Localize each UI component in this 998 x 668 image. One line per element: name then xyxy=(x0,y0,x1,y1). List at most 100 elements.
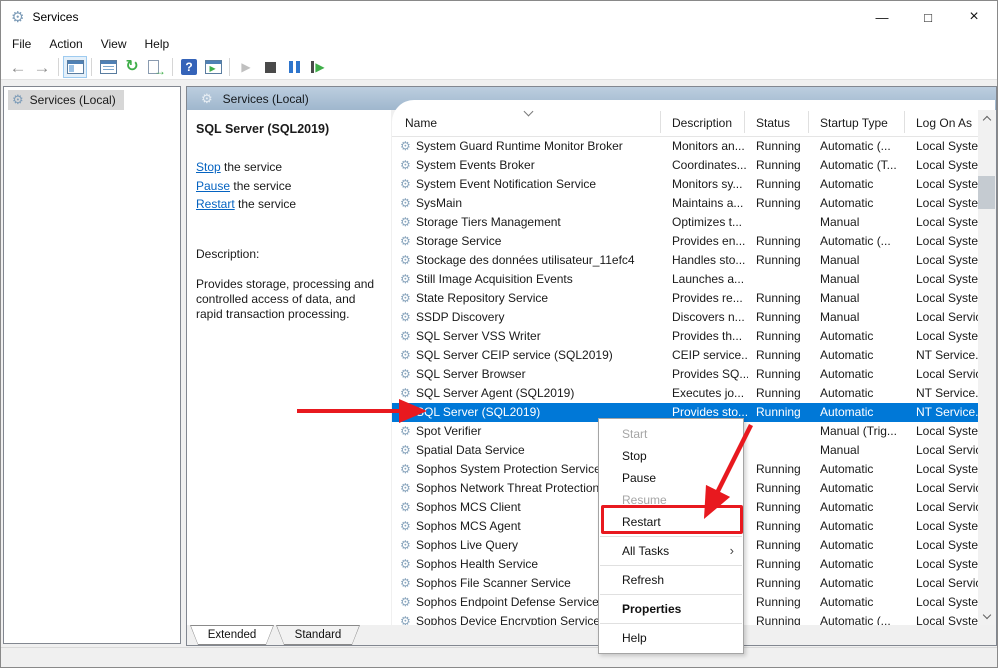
close-button[interactable]: × xyxy=(951,1,997,33)
menu-help[interactable]: Help xyxy=(136,35,179,53)
tree-item-services-local[interactable]: ⚙ Services (Local) xyxy=(8,90,124,110)
service-gear-icon: ⚙ xyxy=(400,441,411,460)
cell-logon: Local Syste... xyxy=(916,460,978,479)
scroll-up-icon[interactable] xyxy=(978,110,995,127)
tab-standard[interactable]: Standard xyxy=(276,625,360,645)
column-divider[interactable] xyxy=(904,111,905,133)
column-header-startup-type[interactable]: Startup Type xyxy=(820,116,888,130)
properties-button-glyph xyxy=(101,61,116,64)
tab-extended[interactable]: Extended xyxy=(190,625,274,645)
cell-status: Running xyxy=(756,517,812,536)
cell-status: Running xyxy=(756,479,812,498)
table-row[interactable]: ⚙SQL Server CEIP service (SQL2019)CEIP s… xyxy=(392,346,978,365)
context-menu-item-stop[interactable]: Stop xyxy=(599,445,743,467)
column-header-status[interactable]: Status xyxy=(756,116,790,130)
column-header-description[interactable]: Description xyxy=(672,116,732,130)
maximize-button[interactable]: □ xyxy=(905,1,951,33)
cell-status: Running xyxy=(756,460,812,479)
console-tree-panel: ⚙ Services (Local) xyxy=(3,86,181,644)
context-menu-item-restart[interactable]: Restart xyxy=(599,511,743,533)
table-row[interactable]: ⚙SQL Server VSS WriterProvides th...Runn… xyxy=(392,327,978,346)
table-row[interactable]: ⚙System Guard Runtime Monitor BrokerMoni… xyxy=(392,137,978,156)
toolbar-separator xyxy=(58,58,59,76)
stop-service-link[interactable]: Stop xyxy=(196,160,221,174)
stop-service-button[interactable] xyxy=(258,56,282,78)
help-button[interactable]: ? xyxy=(177,56,201,78)
table-row[interactable]: ⚙SSDP DiscoveryDiscovers n...RunningManu… xyxy=(392,308,978,327)
menu-action[interactable]: Action xyxy=(40,35,91,53)
cell-startup: Automatic (... xyxy=(820,232,910,251)
vertical-scrollbar[interactable] xyxy=(978,110,995,625)
context-menu-item-help[interactable]: Help xyxy=(599,627,743,649)
table-row[interactable]: ⚙Storage ServiceProvides en...RunningAut… xyxy=(392,232,978,251)
column-divider[interactable] xyxy=(744,111,745,133)
table-row[interactable]: ⚙SQL Server Agent (SQL2019)Executes jo..… xyxy=(392,384,978,403)
cell-startup: Automatic xyxy=(820,498,910,517)
cell-startup: Automatic (T... xyxy=(820,156,910,175)
service-gear-icon: ⚙ xyxy=(400,270,411,289)
restart-service-link[interactable]: Restart xyxy=(196,197,235,211)
cell-status: Running xyxy=(756,232,812,251)
cell-status: Running xyxy=(756,498,812,517)
export-list-button[interactable]: → xyxy=(144,56,168,78)
show-console-tree-button[interactable] xyxy=(63,56,87,78)
cell-startup: Automatic xyxy=(820,593,910,612)
table-row[interactable]: ⚙System Event Notification ServiceMonito… xyxy=(392,175,978,194)
cell-name: Still Image Acquisition Events xyxy=(416,270,656,289)
cell-status: Running xyxy=(756,308,812,327)
service-gear-icon: ⚙ xyxy=(400,422,411,441)
cell-startup: Automatic xyxy=(820,403,910,422)
properties-button-glyph xyxy=(100,60,117,74)
table-row[interactable]: ⚙Stockage des données utilisateur_11efc4… xyxy=(392,251,978,270)
table-row[interactable]: ⚙System Events BrokerCoordinates...Runni… xyxy=(392,156,978,175)
service-action-line: Pause the service xyxy=(196,179,381,193)
start-service-button[interactable]: ▶ xyxy=(234,56,258,78)
status-bar xyxy=(1,647,997,667)
cell-startup: Automatic (... xyxy=(820,137,910,156)
minimize-button[interactable]: — xyxy=(859,1,905,33)
restart-service-button[interactable]: ▶ xyxy=(306,56,330,78)
back-button[interactable]: ← xyxy=(6,56,30,78)
context-menu-item-properties[interactable]: Properties xyxy=(599,598,743,620)
scroll-down-icon[interactable] xyxy=(978,608,995,625)
pause-service-button-glyph xyxy=(289,61,293,73)
cell-logon: Local Syste... xyxy=(916,517,978,536)
table-row[interactable]: ⚙SQL Server BrowserProvides SQ...Running… xyxy=(392,365,978,384)
context-menu-item-pause[interactable]: Pause xyxy=(599,467,743,489)
forward-button[interactable]: → xyxy=(30,56,54,78)
refresh-button[interactable]: ↻ xyxy=(120,56,144,78)
pause-service-link[interactable]: Pause xyxy=(196,179,230,193)
refresh-button-glyph: ↻ xyxy=(125,59,138,75)
tab-label: Standard xyxy=(277,626,359,644)
cell-startup: Automatic xyxy=(820,517,910,536)
service-gear-icon: ⚙ xyxy=(400,327,411,346)
cell-name: Storage Tiers Management xyxy=(416,213,656,232)
pause-service-button[interactable] xyxy=(282,56,306,78)
service-context-menu: StartStopPauseResumeRestartAll Tasks›Ref… xyxy=(598,418,744,654)
table-row[interactable]: ⚙Still Image Acquisition EventsLaunches … xyxy=(392,270,978,289)
service-gear-icon: ⚙ xyxy=(400,612,411,625)
service-gear-icon: ⚙ xyxy=(400,555,411,574)
menu-file[interactable]: File xyxy=(3,35,40,53)
properties-button[interactable] xyxy=(96,56,120,78)
context-menu-item-refresh[interactable]: Refresh xyxy=(599,569,743,591)
cell-desc: Optimizes t... xyxy=(672,213,748,232)
menu-view[interactable]: View xyxy=(92,35,136,53)
table-row[interactable]: ⚙Storage Tiers ManagementOptimizes t...M… xyxy=(392,213,978,232)
forward-button-glyph: → xyxy=(34,59,51,76)
table-row[interactable]: ⚙State Repository ServiceProvides re...R… xyxy=(392,289,978,308)
scrollbar-thumb[interactable] xyxy=(978,176,995,209)
column-header-log-on-as[interactable]: Log On As xyxy=(916,116,972,130)
column-divider[interactable] xyxy=(660,111,661,133)
cell-logon: Local Syste... xyxy=(916,536,978,555)
context-menu-item-all-tasks[interactable]: All Tasks› xyxy=(599,540,743,562)
cell-desc: Monitors an... xyxy=(672,137,748,156)
table-row[interactable]: ⚙SysMainMaintains a...RunningAutomaticLo… xyxy=(392,194,978,213)
column-divider[interactable] xyxy=(808,111,809,133)
cell-logon: Local Syste... xyxy=(916,422,978,441)
cell-desc: Coordinates... xyxy=(672,156,748,175)
show-action-pane-button[interactable]: ▶ xyxy=(201,56,225,78)
services-window: ⚙ Services — □ × FileActionViewHelp ←→↻→… xyxy=(0,0,998,668)
pause-service-button-glyph xyxy=(296,61,300,73)
column-header-name[interactable]: Name xyxy=(405,116,437,130)
